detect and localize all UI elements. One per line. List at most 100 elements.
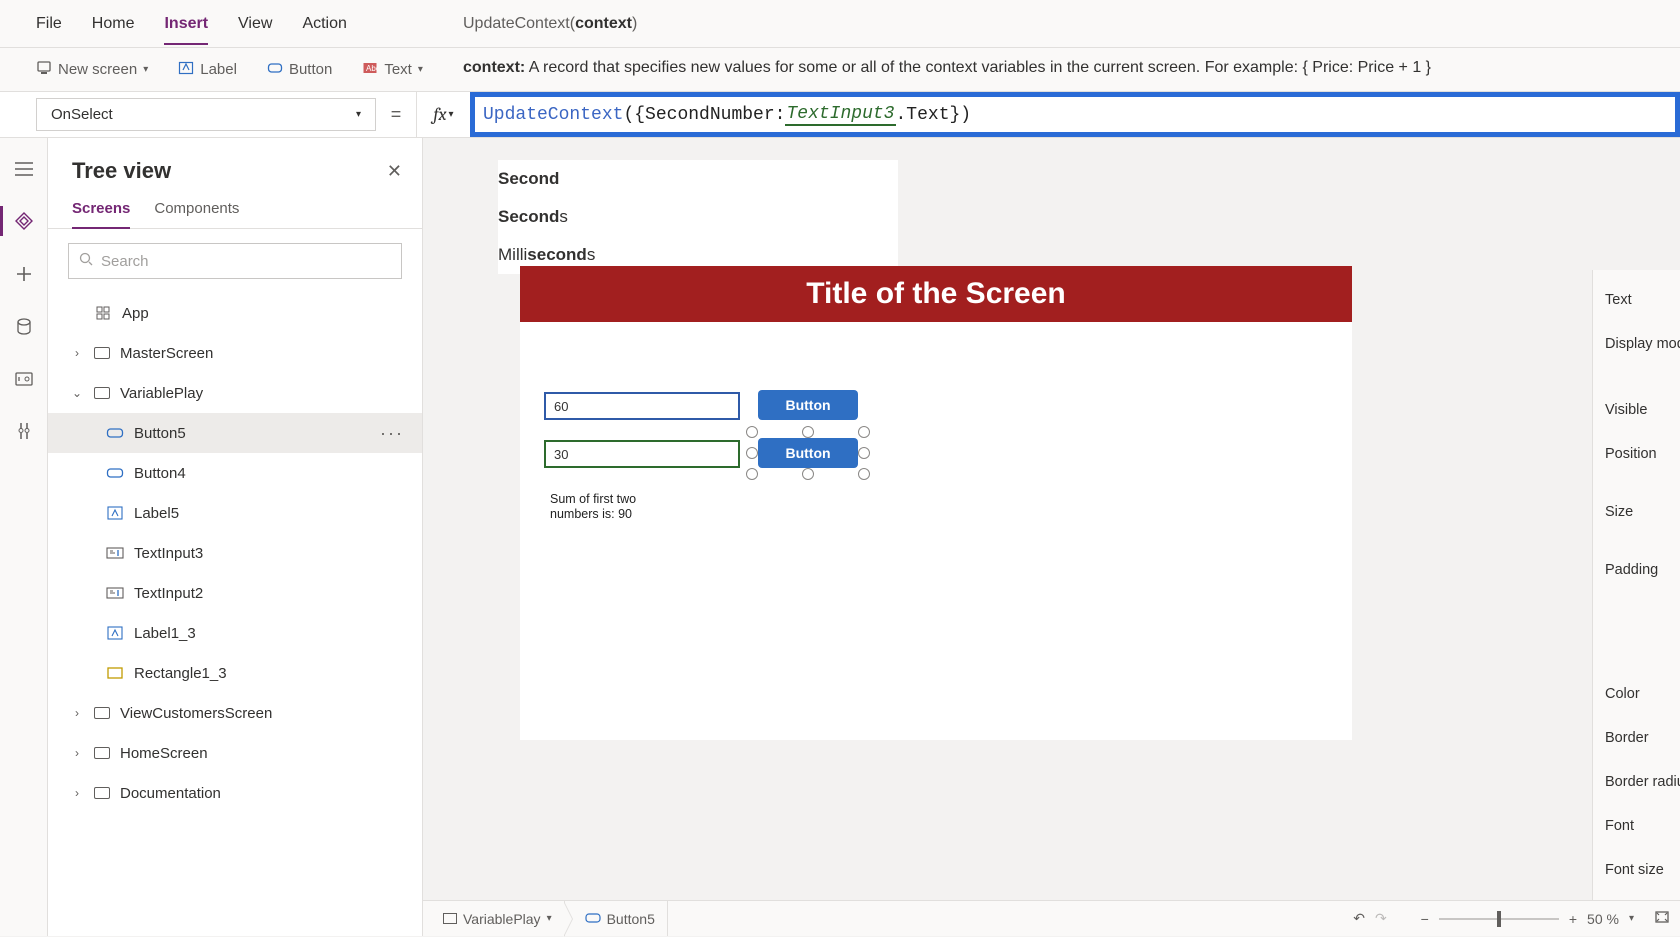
- redo-button[interactable]: ↷: [1375, 910, 1387, 927]
- prop-border-radius[interactable]: Border radiu: [1593, 760, 1680, 804]
- app-icon: [94, 305, 112, 321]
- prop-size[interactable]: Size: [1593, 490, 1680, 534]
- textinput-icon: [106, 547, 124, 559]
- button4[interactable]: Button: [758, 390, 858, 420]
- chevron-right-icon: ›: [70, 346, 84, 360]
- tree-item-textinput2[interactable]: TextInput2: [48, 573, 422, 613]
- tree-item-documentation[interactable]: › Documentation: [48, 773, 422, 813]
- screen-title-bar: Title of the Screen: [520, 266, 1352, 322]
- screen-icon: [443, 913, 457, 924]
- chevron-down-icon: ⌄: [70, 386, 84, 400]
- screen-icon: [94, 347, 110, 359]
- tree-item-button4[interactable]: Button4: [48, 453, 422, 493]
- chevron-down-icon: ▾: [449, 109, 454, 120]
- textinput2[interactable]: [544, 392, 740, 420]
- formula-editor[interactable]: UpdateContext({SecondNumber: TextInput3.…: [475, 104, 971, 126]
- property-selector[interactable]: OnSelect ▾: [36, 98, 376, 131]
- rail-tree-view[interactable]: [0, 212, 48, 230]
- prop-position[interactable]: Position: [1593, 432, 1680, 476]
- prop-visible[interactable]: Visible: [1593, 388, 1680, 432]
- label-icon: [106, 626, 124, 640]
- tab-components[interactable]: Components: [154, 200, 239, 228]
- chevron-right-icon: ›: [70, 786, 84, 800]
- tree-item-variableplay[interactable]: ⌄ VariablePlay: [48, 373, 422, 413]
- formula-bar: OnSelect ▾ = fx ▾ UpdateContext({SecondN…: [0, 92, 1680, 138]
- button-icon: [585, 911, 601, 927]
- formula-editor-highlight: UpdateContext({SecondNumber: TextInput3.…: [470, 92, 1680, 137]
- more-icon[interactable]: ···: [380, 423, 404, 444]
- autocomplete-item[interactable]: Second: [498, 160, 898, 198]
- chevron-down-icon: ▾: [356, 109, 361, 120]
- rail-media[interactable]: [0, 372, 48, 386]
- text-dropdown[interactable]: Abc Text ▾: [362, 60, 423, 80]
- undo-button[interactable]: ↶: [1353, 910, 1365, 927]
- tab-screens[interactable]: Screens: [72, 200, 130, 229]
- fit-to-screen-button[interactable]: [1654, 910, 1670, 927]
- chevron-down-icon: ▾: [418, 64, 423, 75]
- close-icon[interactable]: ✕: [387, 161, 402, 182]
- main-menubar: File Home Insert View Action: [0, 0, 1680, 48]
- prop-font[interactable]: Font: [1593, 804, 1680, 848]
- properties-panel: Text Display mod Visible Position Size P…: [1592, 270, 1680, 900]
- tree-view-title: Tree view: [72, 158, 171, 184]
- zoom-out-button[interactable]: −: [1421, 911, 1429, 927]
- tree-item-viewcustomers[interactable]: › ViewCustomersScreen: [48, 693, 422, 733]
- tree-item-rectangle1-3[interactable]: Rectangle1_3: [48, 653, 422, 693]
- prop-padding[interactable]: Padding: [1593, 548, 1680, 592]
- menu-action[interactable]: Action: [302, 15, 346, 33]
- menu-file[interactable]: File: [36, 15, 62, 33]
- tree-app[interactable]: App: [48, 293, 422, 333]
- new-screen-icon: [36, 60, 52, 80]
- screen-icon: [94, 707, 110, 719]
- button-icon: [106, 426, 124, 440]
- prop-color[interactable]: Color: [1593, 672, 1680, 716]
- rail-hamburger[interactable]: [0, 162, 48, 176]
- tree-item-button5[interactable]: Button5 ···: [48, 413, 422, 453]
- zoom-slider[interactable]: [1439, 918, 1559, 920]
- tree-view-panel: Tree view ✕ Screens Components Search Ap…: [48, 138, 423, 936]
- label-icon: [178, 60, 194, 80]
- search-icon: [79, 252, 93, 270]
- zoom-in-button[interactable]: +: [1569, 911, 1577, 927]
- tree-item-homescreen[interactable]: › HomeScreen: [48, 733, 422, 773]
- rail-insert[interactable]: [0, 266, 48, 282]
- new-screen-button[interactable]: New screen ▾: [36, 60, 148, 80]
- autocomplete-item[interactable]: Seconds: [498, 198, 898, 236]
- breadcrumb-screen[interactable]: VariablePlay ▾: [431, 901, 565, 936]
- formula-signature: UpdateContext(context): [463, 0, 637, 48]
- text-icon: Abc: [362, 60, 378, 80]
- screen-icon: [94, 787, 110, 799]
- tree-item-label5[interactable]: Label5: [48, 493, 422, 533]
- button-button[interactable]: Button: [267, 60, 332, 80]
- breadcrumb-control[interactable]: Button5: [565, 901, 668, 936]
- label-icon: [106, 506, 124, 520]
- menu-home[interactable]: Home: [92, 15, 135, 33]
- chevron-down-icon[interactable]: ▾: [1629, 913, 1634, 924]
- prop-text[interactable]: Text: [1593, 278, 1680, 322]
- menu-insert[interactable]: Insert: [164, 15, 208, 45]
- label-button[interactable]: Label: [178, 60, 237, 80]
- equals-label: =: [376, 92, 416, 137]
- textinput3[interactable]: [544, 440, 740, 468]
- prop-font-size[interactable]: Font size: [1593, 848, 1680, 892]
- tree-item-textinput3[interactable]: TextInput3: [48, 533, 422, 573]
- canvas-stage[interactable]: Button Button Sum of first twonumbers is…: [520, 322, 1352, 740]
- screen-icon: [94, 387, 110, 399]
- chevron-down-icon: ▾: [547, 913, 552, 924]
- menu-view[interactable]: View: [238, 15, 272, 33]
- fx-icon: fx: [433, 104, 446, 125]
- tree-item-masterscreen[interactable]: › MasterScreen: [48, 333, 422, 373]
- label5: Sum of first twonumbers is: 90: [550, 492, 636, 522]
- prop-border[interactable]: Border: [1593, 716, 1680, 760]
- button-icon: [106, 466, 124, 480]
- prop-display-mode[interactable]: Display mod: [1593, 322, 1680, 366]
- tree-item-label1-3[interactable]: Label1_3: [48, 613, 422, 653]
- formula-autocomplete[interactable]: Second Seconds Milliseconds: [498, 160, 898, 274]
- formula-help-text: context: A record that specifies new val…: [463, 56, 1672, 80]
- fx-button[interactable]: fx ▾: [416, 92, 470, 137]
- selection-handles[interactable]: [752, 432, 864, 474]
- rail-data[interactable]: [0, 318, 48, 336]
- search-input[interactable]: Search: [68, 243, 402, 279]
- rail-advanced[interactable]: [0, 422, 48, 440]
- zoom-value: 50 %: [1587, 911, 1619, 927]
